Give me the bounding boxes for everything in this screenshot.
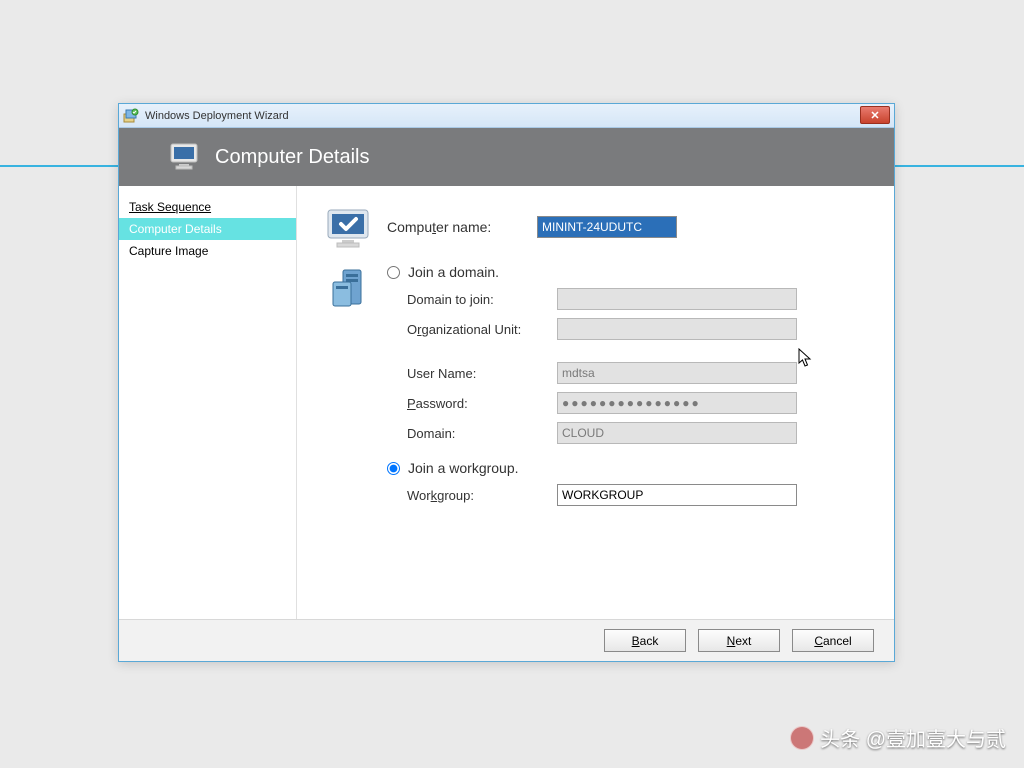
- watermark-text: 头条 @壹加壹大与贰: [820, 723, 1006, 752]
- page-title: Computer Details: [215, 146, 370, 169]
- password-input: [557, 392, 797, 414]
- content-panel: Computer name:: [297, 186, 894, 619]
- workgroup-label: Workgroup:: [407, 488, 557, 503]
- wizard-window: Windows Deployment Wizard ✕ Computer Det…: [118, 103, 895, 662]
- next-button[interactable]: Next: [698, 629, 780, 652]
- join-domain-label[interactable]: Join a domain.: [408, 264, 499, 280]
- join-workgroup-radio-row: Join a workgroup.: [387, 460, 866, 476]
- sidebar-item-computer-details[interactable]: Computer Details: [119, 218, 296, 240]
- username-input: [557, 362, 797, 384]
- domain-to-join-label: Domain to join:: [407, 292, 557, 307]
- ou-input: [557, 318, 797, 340]
- sidebar-item-capture-image[interactable]: Capture Image: [119, 240, 296, 262]
- monitor-check-icon: [315, 204, 387, 252]
- ou-label: Organizational Unit:: [407, 322, 557, 337]
- computer-name-row: Computer name:: [315, 204, 866, 252]
- join-workgroup-radio[interactable]: [387, 462, 400, 475]
- close-icon: ✕: [870, 109, 879, 122]
- domain-to-join-input: [557, 288, 797, 310]
- join-domain-radio-row: Join a domain.: [387, 264, 866, 280]
- titlebar[interactable]: Windows Deployment Wizard ✕: [119, 104, 894, 128]
- cancel-button[interactable]: Cancel: [792, 629, 874, 652]
- workgroup-input[interactable]: [557, 484, 797, 506]
- password-label: Password:: [407, 396, 557, 411]
- sidebar-item-task-sequence[interactable]: Task Sequence: [119, 196, 296, 218]
- computer-name-input[interactable]: [537, 216, 677, 238]
- sidebar: Task Sequence Computer Details Capture I…: [119, 186, 297, 619]
- watermark-avatar-icon: [790, 726, 814, 750]
- wizard-header: Computer Details: [119, 128, 894, 186]
- servers-icon: [315, 264, 387, 312]
- wizard-body: Task Sequence Computer Details Capture I…: [119, 186, 894, 619]
- cred-domain-label: Domain:: [407, 426, 557, 441]
- footer: Back Next Cancel: [119, 619, 894, 661]
- join-domain-row: Join a domain. Domain to join: Organizat…: [315, 264, 866, 514]
- username-label: User Name:: [407, 366, 557, 381]
- computer-name-label: Computer name:: [387, 219, 537, 235]
- window-title: Windows Deployment Wizard: [145, 110, 289, 122]
- close-button[interactable]: ✕: [860, 106, 890, 124]
- computer-icon: [169, 142, 203, 172]
- join-domain-radio[interactable]: [387, 266, 400, 279]
- app-icon: [123, 108, 139, 124]
- cred-domain-input: [557, 422, 797, 444]
- join-workgroup-label[interactable]: Join a workgroup.: [408, 460, 519, 476]
- watermark: 头条 @壹加壹大与贰: [790, 723, 1006, 752]
- back-button[interactable]: Back: [604, 629, 686, 652]
